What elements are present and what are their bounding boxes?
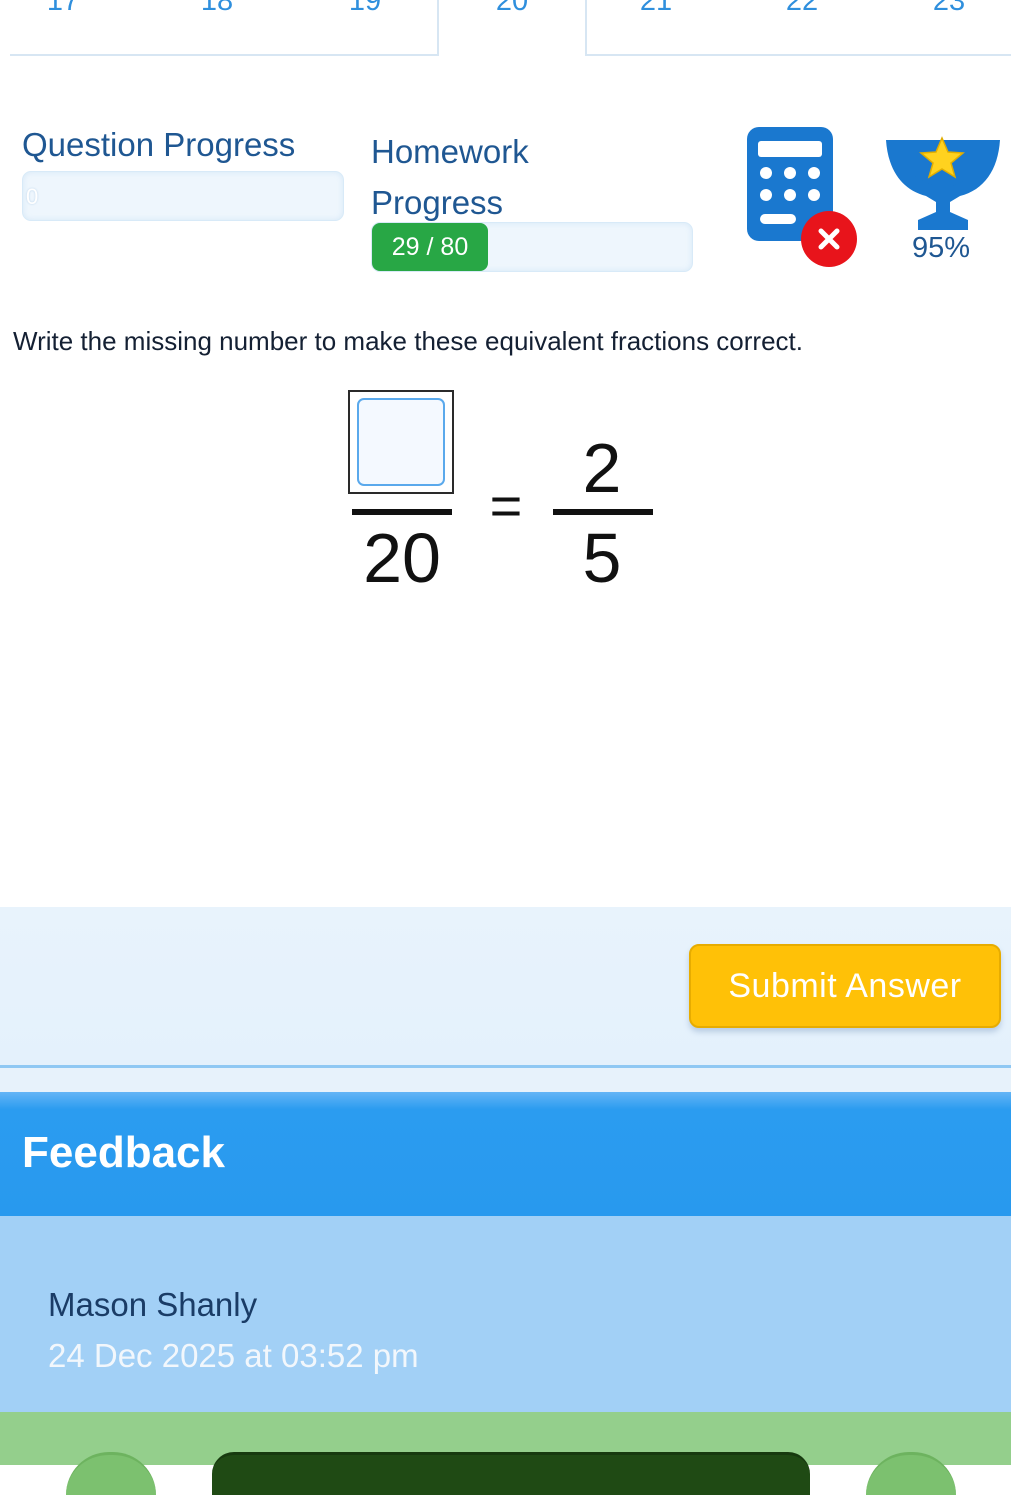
next-question-button[interactable] bbox=[212, 1452, 810, 1495]
close-icon[interactable] bbox=[799, 209, 859, 269]
calculator-button[interactable] bbox=[747, 127, 859, 271]
question-progress-label: Question Progress bbox=[22, 126, 296, 163]
homework-progress-fill: 29 / 80 bbox=[372, 223, 488, 271]
tab-question-21[interactable]: 21 bbox=[583, 0, 729, 54]
homework-progress-bar: 29 / 80 bbox=[371, 222, 693, 272]
tab-question-19[interactable]: 19 bbox=[292, 0, 438, 54]
answer-input-field[interactable] bbox=[357, 398, 445, 486]
equals-sign: = bbox=[489, 474, 523, 537]
homework-progress-label: Homework Progress bbox=[371, 133, 529, 221]
tab-question-17[interactable]: 17 bbox=[0, 0, 136, 54]
submit-answer-button[interactable]: Submit Answer bbox=[689, 944, 1001, 1028]
tab-question-18[interactable]: 18 bbox=[144, 0, 290, 54]
answer-input[interactable] bbox=[348, 390, 454, 494]
feedback-date: 24 Dec 2025 at 03:52 pm bbox=[48, 1337, 419, 1374]
feedback-author: Mason Shanly bbox=[48, 1286, 258, 1323]
tab-question-22[interactable]: 22 bbox=[729, 0, 875, 54]
section-divider bbox=[0, 1068, 1011, 1092]
question-tabs: 17 18 19 20 21 22 23 bbox=[0, 0, 1011, 56]
tab-question-23[interactable]: 23 bbox=[876, 0, 1011, 54]
trophy-icon bbox=[886, 136, 1000, 230]
fraction-bar-right bbox=[553, 509, 653, 515]
left-denominator: 20 bbox=[363, 519, 441, 597]
fraction-bar-left bbox=[352, 509, 452, 515]
tab-question-20[interactable]: 20 bbox=[437, 0, 587, 56]
question-prompt: Write the missing number to make these e… bbox=[13, 326, 803, 356]
question-progress-bar: 0 bbox=[22, 171, 344, 221]
feedback-title: Feedback bbox=[22, 1128, 225, 1177]
right-numerator: 2 bbox=[582, 429, 622, 507]
right-denominator: 5 bbox=[582, 519, 622, 597]
score-percent: 95% bbox=[911, 232, 971, 264]
trophy-badge bbox=[884, 126, 1002, 232]
question-progress-value: 0 bbox=[26, 184, 39, 209]
